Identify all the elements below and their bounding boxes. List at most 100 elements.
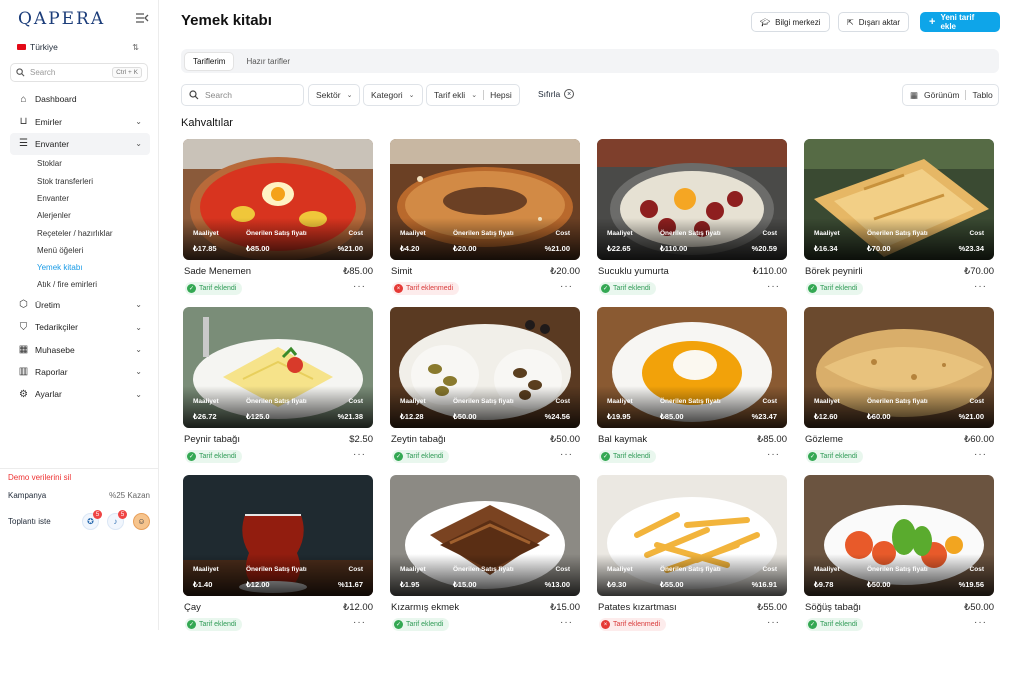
recipe-search-input[interactable]: Search [181,84,304,106]
recipe-card[interactable]: Maaliyet Önerilen Satış fiyatı Cost ₺22.… [597,139,788,301]
award-icon[interactable]: ✪ 5 [82,510,102,530]
status-badge: ✓ Tarif eklendi [185,450,243,463]
recipe-card[interactable]: Maaliyet Önerilen Satış fiyatı Cost ₺19.… [597,307,788,469]
more-options-icon[interactable]: ··· [974,281,987,292]
recipe-photo[interactable]: Maaliyet Önerilen Satış fiyatı Cost ₺4.2… [390,139,580,260]
export-button[interactable]: ⇱ Dışarı aktar [838,12,910,32]
recipe-card[interactable]: Maaliyet Önerilen Satış fiyatı Cost ₺4.2… [390,139,581,301]
more-options-icon[interactable]: ··· [353,281,366,292]
recipe-name[interactable]: Peynir tabağı [184,434,240,445]
status-label: Tarif eklendi [199,621,237,628]
recipe-photo[interactable]: Maaliyet Önerilen Satış fiyatı Cost ₺16.… [804,139,994,260]
more-options-icon[interactable]: ··· [767,617,780,628]
chevron-down-icon: ⌄ [135,345,142,355]
status-label: Tarif eklendi [820,285,858,292]
cost-pct-value: %21.38 [337,412,363,421]
recipe-name[interactable]: Simit [391,266,412,277]
recipe-name[interactable]: Gözleme [805,434,843,445]
recipe-card[interactable]: Maaliyet Önerilen Satış fiyatı Cost ₺26.… [183,307,374,469]
more-options-icon[interactable]: ··· [353,617,366,628]
sidebar-item-label: Ayarlar [35,389,62,400]
recipe-card[interactable]: Maaliyet Önerilen Satış fiyatı Cost ₺1.9… [390,475,581,637]
recipe-card[interactable]: Maaliyet Önerilen Satış fiyatı Cost ₺16.… [804,139,995,301]
sector-filter[interactable]: Sektör ⌄ [308,84,361,106]
recipe-name[interactable]: Patates kızartması [598,602,677,613]
more-options-icon[interactable]: ··· [974,449,987,460]
sidebar-subitem[interactable]: Alerjenler [10,207,150,224]
grid-icon: ▦ [910,89,919,100]
sidebar-subitem[interactable]: Reçeteler / hazırlıklar [10,224,150,241]
recipe-card[interactable]: Maaliyet Önerilen Satış fiyatı Cost ₺12.… [390,307,581,469]
chevron-down-icon: ⌄ [135,117,142,127]
country-selector[interactable]: Türkiye ⇅ [17,40,139,54]
recipe-photo[interactable]: Maaliyet Önerilen Satış fiyatı Cost ₺17.… [183,139,373,260]
recipe-photo[interactable]: Maaliyet Önerilen Satış fiyatı Cost ₺12.… [804,307,994,428]
sidebar-item-üretim[interactable]: ⬡ Üretim ⌄ [10,294,150,316]
sidebar-search[interactable]: Search Ctrl + K [10,63,148,82]
recipe-photo[interactable]: Maaliyet Önerilen Satış fiyatı Cost ₺19.… [597,307,787,428]
recipe-added-filter[interactable]: Tarif ekli ⌄ Hepsi [426,84,520,106]
view-toggle[interactable]: ▦ Görünüm Tablo [902,84,999,106]
sidebar-subitem[interactable]: Atık / fire emirleri [10,276,150,293]
recipe-photo[interactable]: Maaliyet Önerilen Satış fiyatı Cost ₺9.3… [597,475,787,596]
recipe-photo[interactable]: Maaliyet Önerilen Satış fiyatı Cost ₺9.7… [804,475,994,596]
avatar[interactable]: ☺ [133,513,150,530]
sidebar-subitem[interactable]: Stok transferleri [10,172,150,189]
recipe-photo[interactable]: Maaliyet Önerilen Satış fiyatı Cost ₺1.9… [390,475,580,596]
recipe-photo[interactable]: Maaliyet Önerilen Satış fiyatı Cost ₺22.… [597,139,787,260]
delete-demo-data-link[interactable]: Demo verilerini sil [8,473,71,482]
more-options-icon[interactable]: ··· [767,449,780,460]
more-options-icon[interactable]: ··· [353,449,366,460]
sidebar-item-dashboard[interactable]: ⌂ Dashboard [10,88,150,110]
status-label: Tarif eklendi [820,453,858,460]
more-options-icon[interactable]: ··· [974,617,987,628]
status-label: Tarif eklendi [406,621,444,628]
recipe-name[interactable]: Börek peynirli [805,266,863,277]
recipe-card[interactable]: Maaliyet Önerilen Satış fiyatı Cost ₺1.4… [183,475,374,637]
cost-pct-label: Cost [762,566,777,573]
recipe-card[interactable]: Maaliyet Önerilen Satış fiyatı Cost ₺17.… [183,139,374,301]
recipe-card[interactable]: Maaliyet Önerilen Satış fiyatı Cost ₺9.3… [597,475,788,637]
cost-label: Maaliyet [814,566,840,573]
reset-filters-button[interactable]: Sıfırla × [538,89,575,99]
recipe-name[interactable]: Sucuklu yumurta [598,266,669,277]
sidebar-item-envanter[interactable]: ☰ Envanter ⌄ [10,132,150,156]
photo-overlay [597,554,787,596]
sidebar-subitem[interactable]: Envanter [10,190,150,207]
request-meeting-link[interactable]: Toplantı iste [8,517,51,526]
sidebar-item-raporlar[interactable]: ▥ Raporlar ⌄ [10,361,150,383]
tab-my-recipes[interactable]: Tariflerim [184,51,235,71]
bell-icon[interactable]: ♪ 5 [107,510,127,530]
recipe-name[interactable]: Sade Menemen [184,266,251,277]
recipe-name[interactable]: Bal kaymak [598,434,647,445]
recipe-card[interactable]: Maaliyet Önerilen Satış fiyatı Cost ₺12.… [804,307,995,469]
recipe-photo[interactable]: Maaliyet Önerilen Satış fiyatı Cost ₺12.… [390,307,580,428]
recipe-name[interactable]: Zeytin tabağı [391,434,446,445]
new-recipe-button[interactable]: + Yeni tarif ekle [920,12,1000,32]
campaign-row[interactable]: Kampanya %25 Kazan [8,491,150,500]
recipe-price: ₺85.00 [757,434,787,445]
recipe-photo[interactable]: Maaliyet Önerilen Satış fiyatı Cost ₺1.4… [183,475,373,596]
sidebar-item-tedarikçiler[interactable]: ⛉ Tedarikçiler ⌄ [10,316,150,338]
sidebar-subitem[interactable]: Yemek kitabı [10,259,150,276]
sidebar-subitem[interactable]: Stoklar [10,155,150,172]
recipe-name[interactable]: Çay [184,602,201,613]
sidebar-subitem[interactable]: Menü öğeleri [10,242,150,259]
sidebar-item-muhasebe[interactable]: ▦ Muhasebe ⌄ [10,338,150,360]
sidebar-item-emirler[interactable]: ⊔ Emirler ⌄ [10,110,150,132]
more-options-icon[interactable]: ··· [560,449,573,460]
recipe-photo[interactable]: Maaliyet Önerilen Satış fiyatı Cost ₺26.… [183,307,373,428]
recipe-card[interactable]: Maaliyet Önerilen Satış fiyatı Cost ₺9.7… [804,475,995,637]
category-filter[interactable]: Kategori ⌄ [363,84,423,106]
recipe-name[interactable]: Kızarmış ekmek [391,602,459,613]
sidebar-item-ayarlar[interactable]: ⚙ Ayarlar ⌄ [10,383,150,405]
more-options-icon[interactable]: ··· [767,281,780,292]
more-options-icon[interactable]: ··· [560,617,573,628]
info-center-button[interactable]: 🎓︎ Bilgi merkezi [751,12,830,32]
tab-ready-recipes[interactable]: Hazır tarifler [238,52,298,71]
check-circle-icon: ✓ [187,452,196,461]
recipe-name[interactable]: Söğüş tabağı [805,602,861,613]
more-options-icon[interactable]: ··· [560,281,573,292]
chevron-down-icon: ⌄ [135,322,142,332]
collapse-sidebar-icon[interactable] [135,12,149,24]
